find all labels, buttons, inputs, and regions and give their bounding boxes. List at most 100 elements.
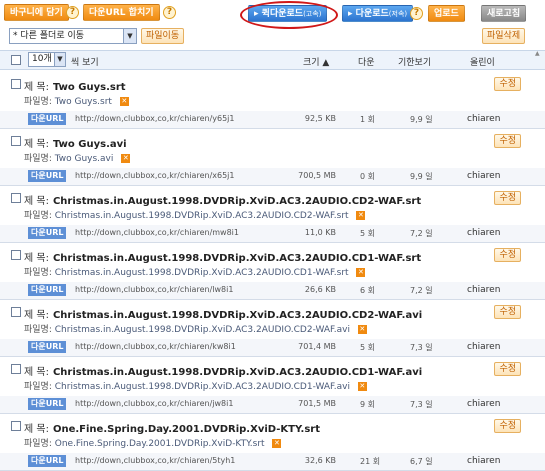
- download-url-badge[interactable]: 다운URL: [28, 341, 67, 353]
- uploader: chiaren: [467, 114, 501, 124]
- folder-controls: * 다른 폴더로 이동 ▼ 파일이동 파일삭제: [0, 26, 545, 48]
- file-name: 파일명: Christmas.in.August.1998.DVDRip.Xvi…: [24, 211, 366, 221]
- close-icon[interactable]: ✕: [272, 439, 282, 448]
- sort-size-header[interactable]: 크기 ▲: [303, 55, 329, 68]
- download-url[interactable]: http://down,clubbox,co,kr/chiaren/x65j1: [75, 171, 234, 180]
- chevron-down-icon: ▼: [54, 53, 65, 66]
- period-header[interactable]: 기한보기: [398, 55, 431, 68]
- download-info: 다운URL http://down,clubbox,co,kr/chiaren/…: [0, 282, 545, 299]
- file-name: 파일명: Two Guys.avi ✕: [24, 154, 131, 164]
- file-title: 제 목: One.Fine.Spring.Day.2001.DVDRip.XviD…: [24, 424, 321, 435]
- download-url[interactable]: http://down,clubbox,co,kr/chiaren/jw8i1: [75, 399, 233, 408]
- download-url-badge[interactable]: 다운URL: [28, 455, 67, 467]
- close-icon[interactable]: ✕: [121, 154, 131, 163]
- edit-button[interactable]: 수정: [494, 77, 521, 91]
- period: 6,7 일: [410, 457, 433, 466]
- delete-file-button[interactable]: 파일삭제: [482, 28, 526, 44]
- download-url[interactable]: http://down,clubbox,co,kr/chiaren/5tyh1: [75, 456, 235, 465]
- uploader: chiaren: [467, 456, 501, 466]
- file-name: 파일명: Christmas.in.August.1998.DVDRip.Xvi…: [24, 325, 367, 335]
- download-count: 1 회: [360, 115, 375, 124]
- uploader: chiaren: [467, 342, 501, 352]
- period: 9,9 일: [410, 115, 433, 124]
- close-icon[interactable]: ✕: [357, 325, 367, 334]
- file-size: 92,5 KB: [304, 114, 336, 123]
- file-row-checkbox[interactable]: [11, 250, 21, 260]
- uploader: chiaren: [467, 171, 501, 181]
- uploader: chiaren: [467, 399, 501, 409]
- upload-button[interactable]: 업로드: [428, 5, 465, 22]
- close-icon[interactable]: ✕: [356, 211, 366, 220]
- file-row: 제 목: Christmas.in.August.1998.DVDRip.XviD…: [0, 356, 545, 414]
- downloads-header: 다운: [358, 58, 375, 68]
- file-row-checkbox[interactable]: [11, 79, 21, 89]
- period: 7,3 일: [410, 400, 433, 409]
- download-count: 9 회: [360, 400, 375, 409]
- scroll-up-icon[interactable]: ▲: [535, 50, 543, 62]
- list-header: 10개 ▼ 씩 보기 크기 ▲ 다운 기한보기 올린이: [0, 50, 545, 70]
- download-info: 다운URL http://down,clubbox,co,kr/chiaren/…: [0, 225, 545, 242]
- uploader-header: 올린이: [470, 58, 495, 68]
- file-row-checkbox[interactable]: [11, 421, 21, 431]
- download-count: 5 회: [360, 343, 375, 352]
- help-icon[interactable]: ?: [66, 6, 79, 19]
- close-icon[interactable]: ✕: [356, 268, 366, 277]
- page-size-label: 씩 보기: [71, 58, 99, 68]
- refresh-button[interactable]: 새로고침: [481, 5, 527, 22]
- close-icon[interactable]: ✕: [357, 382, 367, 391]
- download-button[interactable]: ▸ 다운로드(저속): [342, 5, 414, 22]
- period: 7,2 일: [410, 286, 433, 295]
- file-row-checkbox[interactable]: [11, 364, 21, 374]
- edit-button[interactable]: 수정: [494, 362, 521, 376]
- add-to-basket-button[interactable]: 바구니에 담기: [4, 4, 69, 21]
- download-info: 다운URL http://down,clubbox,co,kr/chiaren/…: [0, 453, 545, 470]
- download-url[interactable]: http://down,clubbox,co,kr/chiaren/kw8i1: [75, 342, 236, 351]
- help-icon[interactable]: ?: [410, 7, 423, 20]
- merge-url-button[interactable]: 다운URL 합치기: [83, 4, 160, 21]
- download-info: 다운URL http://down,clubbox,co,kr/chiaren/…: [0, 168, 545, 185]
- file-row-checkbox[interactable]: [11, 307, 21, 317]
- help-icon[interactable]: ?: [163, 6, 176, 19]
- file-row-checkbox[interactable]: [11, 193, 21, 203]
- file-title: 제 목: Christmas.in.August.1998.DVDRip.XviD…: [24, 196, 422, 207]
- uploader: chiaren: [467, 228, 501, 238]
- file-size: 701,5 MB: [298, 399, 336, 408]
- edit-button[interactable]: 수정: [494, 191, 521, 205]
- download-url-badge[interactable]: 다운URL: [28, 227, 67, 239]
- download-url-badge[interactable]: 다운URL: [28, 284, 67, 296]
- file-name: 파일명: One.Fine.Spring.Day.2001.DVDRip.Xvi…: [24, 439, 282, 449]
- period: 7,3 일: [410, 343, 433, 352]
- file-row: 제 목: Christmas.in.August.1998.DVDRip.XviD…: [0, 242, 545, 300]
- edit-button[interactable]: 수정: [494, 305, 521, 319]
- file-title: 제 목: Christmas.in.August.1998.DVDRip.XviD…: [24, 253, 422, 264]
- download-info: 다운URL http://down,clubbox,co,kr/chiaren/…: [0, 339, 545, 356]
- edit-button[interactable]: 수정: [494, 248, 521, 262]
- file-size: 11,0 KB: [304, 228, 336, 237]
- file-row-checkbox[interactable]: [11, 136, 21, 146]
- edit-button[interactable]: 수정: [494, 419, 521, 433]
- folder-move-select[interactable]: * 다른 폴더로 이동 ▼: [9, 28, 137, 44]
- download-url-badge[interactable]: 다운URL: [28, 113, 67, 125]
- file-size: 26,6 KB: [304, 285, 336, 294]
- close-icon[interactable]: ✕: [119, 97, 129, 106]
- download-url[interactable]: http://down,clubbox,co,kr/chiaren/lw8i1: [75, 285, 233, 294]
- file-name: 파일명: Two Guys.srt ✕: [24, 97, 129, 107]
- file-title: 제 목: Christmas.in.August.1998.DVDRip.XviD…: [24, 367, 423, 378]
- file-row: 제 목: Christmas.in.August.1998.DVDRip.XviD…: [0, 299, 545, 357]
- move-file-button[interactable]: 파일이동: [141, 28, 185, 44]
- download-url[interactable]: http://down,clubbox,co,kr/chiaren/mw8i1: [75, 228, 239, 237]
- file-size: 700,5 MB: [298, 171, 336, 180]
- file-size: 701,4 MB: [298, 342, 336, 351]
- download-url-badge[interactable]: 다운URL: [28, 398, 67, 410]
- download-count: 21 회: [360, 457, 381, 466]
- highlight-circle: [240, 1, 338, 29]
- page-size-select[interactable]: 10개 ▼: [28, 52, 66, 67]
- file-row: 제 목: Two Guys.srt 파일명: Two Guys.srt ✕ 수정 …: [0, 71, 545, 129]
- select-all-checkbox[interactable]: [11, 55, 21, 65]
- file-size: 32,6 KB: [304, 456, 336, 465]
- file-row: 제 목: Two Guys.avi 파일명: Two Guys.avi ✕ 수정 …: [0, 128, 545, 186]
- download-url[interactable]: http://down,clubbox,co,kr/chiaren/y65j1: [75, 114, 234, 123]
- edit-button[interactable]: 수정: [494, 134, 521, 148]
- download-url-badge[interactable]: 다운URL: [28, 170, 67, 182]
- download-count: 6 회: [360, 286, 375, 295]
